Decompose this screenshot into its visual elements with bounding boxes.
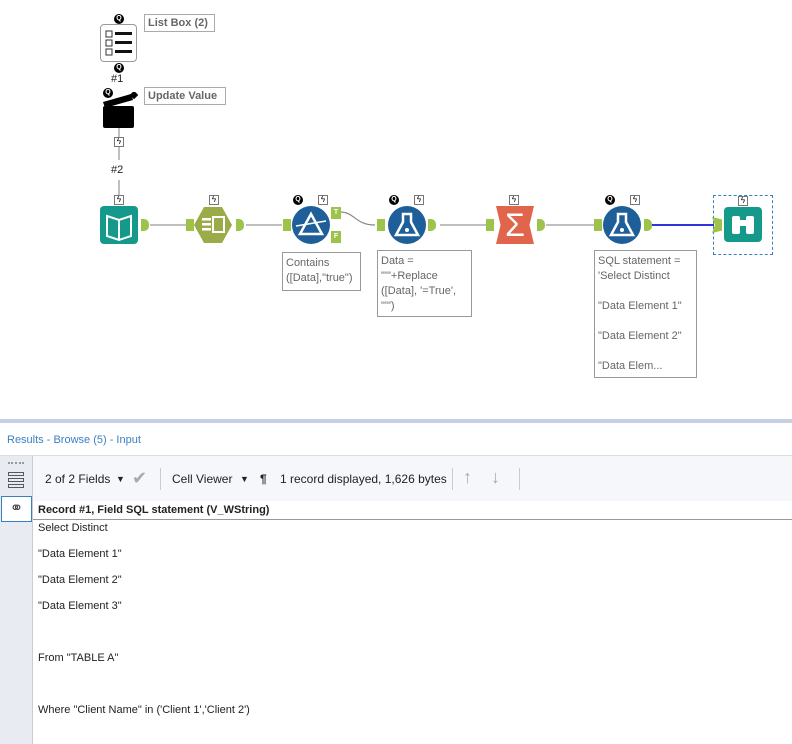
formula-annotation: SQL statement = 'Select Distinct "Data E… [594,250,697,378]
grip-handle[interactable] [8,462,24,464]
binoculars-view-icon[interactable]: ⚭ [1,496,32,522]
update-value-tool[interactable] [103,90,141,130]
question-anchor-icon: Q [114,14,124,24]
output-anchor[interactable] [644,219,652,231]
formula-tool[interactable] [388,206,426,244]
divider [452,468,453,490]
clapperboard-icon [103,90,139,128]
binoculars-icon [732,216,754,234]
lightning-icon: ϟ [630,195,640,205]
lightning-icon: ϟ [318,195,328,205]
output-anchor[interactable] [236,219,244,231]
filter-tool[interactable] [292,206,330,244]
filter-annotation: Contains ([Data],"true") [282,252,361,291]
question-anchor-icon: Q [605,195,615,205]
browse-tool[interactable] [724,207,762,242]
select-tool[interactable] [194,206,232,244]
fields-selector[interactable]: 2 of 2 Fields [45,472,110,486]
false-output-anchor[interactable]: F [331,231,341,243]
lightning-icon: ϟ [738,196,748,206]
chevron-down-icon[interactable]: ▼ [116,474,125,484]
results-side-rail: ⚭ [0,456,33,744]
tool-label: Update Value [144,87,226,105]
select-table-icon [194,207,232,243]
results-header: Results - Browse (5) - Input [0,423,792,456]
question-anchor-icon: Q [389,195,399,205]
connection-label: #2 [111,164,124,176]
flask-icon [608,212,636,237]
record-status: 1 record displayed, 1,626 bytes [280,472,447,486]
output-anchor[interactable] [428,219,436,231]
cell-viewer-text[interactable]: Select Distinct "Data Element 1" "Data E… [38,522,250,717]
input-anchor[interactable] [377,219,385,231]
prism-icon [295,211,327,236]
results-toolbar: 2 of 2 Fields ▼ ✔ Cell Viewer ▼ ¶ 1 reco… [33,456,792,501]
record-header: Record #1, Field SQL statement (V_WStrin… [33,501,792,520]
lightning-icon: ϟ [509,195,519,205]
divider [160,468,161,490]
viewer-selector[interactable]: Cell Viewer [172,472,232,486]
divider [519,468,520,490]
checkmark-icon[interactable]: ✔ [132,468,147,489]
connection-label: #1 [111,73,124,85]
arrow-down-icon[interactable]: ↓ [491,467,500,488]
output-anchor[interactable] [537,219,545,231]
input-anchor[interactable] [594,219,602,231]
table-view-icon[interactable] [8,472,24,490]
flask-icon [393,212,421,237]
output-anchor[interactable] [141,219,149,231]
list-box-tool[interactable] [100,24,137,62]
pilcrow-icon[interactable]: ¶ [260,472,267,486]
question-anchor-icon: Q [114,63,124,73]
input-anchor[interactable] [283,219,291,231]
formula-tool[interactable] [603,206,641,244]
input-data-tool[interactable] [100,206,138,244]
arrow-up-icon[interactable]: ↑ [463,467,472,488]
results-title: Results - Browse (5) - Input [7,434,141,446]
summarize-tool[interactable]: Σ [496,206,534,244]
question-anchor-icon: Q [293,195,303,205]
book-icon [106,214,132,242]
lightning-icon: ϟ [114,137,124,147]
lightning-icon: ϟ [414,195,424,205]
tool-label: List Box (2) [144,14,215,32]
input-anchor[interactable] [486,219,494,231]
sigma-icon: Σ [505,207,525,243]
lightning-icon: ϟ [114,195,124,205]
workflow-canvas[interactable]: Q List Box (2) Q #1 Q Update Value ϟ #2 … [0,0,792,419]
chevron-down-icon[interactable]: ▼ [240,474,249,484]
formula-annotation: Data = "'"+Replace ([Data], '=True', "'"… [377,250,472,317]
checklist-icon [105,30,132,56]
true-output-anchor[interactable]: T [331,207,341,219]
lightning-icon: ϟ [209,195,219,205]
input-anchor[interactable] [186,219,194,231]
